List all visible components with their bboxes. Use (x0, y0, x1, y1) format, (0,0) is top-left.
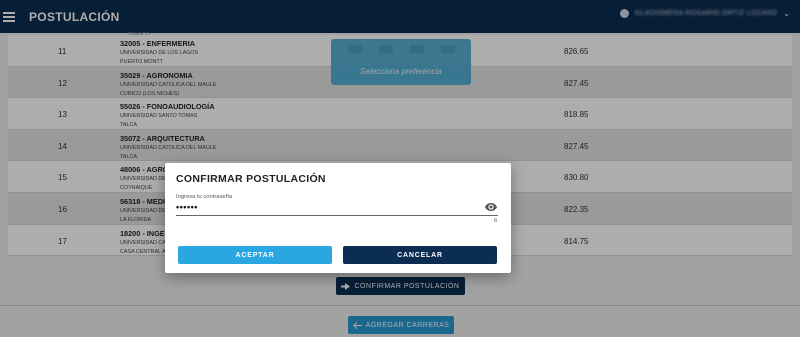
password-label: Ingresa tu contraseña (176, 194, 233, 200)
password-input[interactable]: •••••• (176, 202, 198, 212)
dialog-title: CONFIRMAR POSTULACIÓN (176, 173, 326, 185)
password-char-counter: 6 (494, 218, 498, 224)
confirm-application-dialog: CONFIRMAR POSTULACIÓN Ingresa tu contras… (165, 163, 511, 273)
accept-button[interactable]: ACEPTAR (178, 246, 332, 264)
password-underline (176, 215, 498, 216)
eye-icon[interactable] (485, 203, 497, 211)
cancel-button[interactable]: CANCELAR (343, 246, 497, 264)
